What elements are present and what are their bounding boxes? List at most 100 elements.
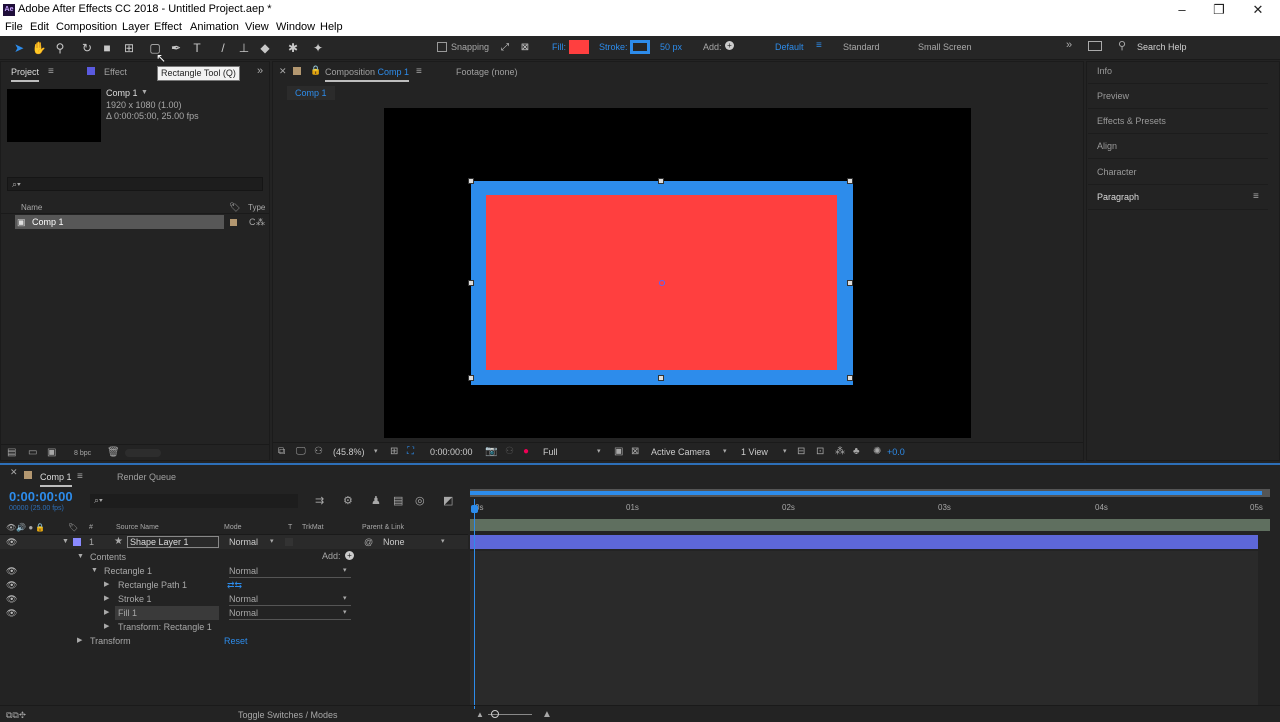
transform-rect-label[interactable]: Transform: Rectangle 1: [118, 620, 212, 634]
reset-exposure-icon[interactable]: ⊡: [816, 445, 824, 459]
chevron-down-icon[interactable]: ▾: [270, 535, 274, 549]
expand-triangle-icon[interactable]: ▼: [62, 535, 69, 549]
workspace-menu-icon[interactable]: ≡: [816, 40, 822, 51]
new-comp-icon[interactable]: ▣: [47, 446, 56, 460]
transform-label[interactable]: Transform: [90, 634, 131, 648]
selection-tool-icon[interactable]: ➤: [10, 39, 28, 57]
expand-triangle-icon[interactable]: ▶: [104, 578, 109, 592]
column-t[interactable]: T: [288, 521, 292, 535]
chevron-down-icon[interactable]: ▾: [343, 592, 347, 606]
close-button[interactable]: ✕: [1248, 2, 1268, 18]
stroke-blend-mode[interactable]: Normal: [229, 592, 351, 606]
fill-color-swatch[interactable]: [569, 40, 589, 54]
panel-menu-icon[interactable]: ≡: [77, 471, 83, 482]
table-row[interactable]: 👁 ▼ 1 ★ Shape Layer 1 Normal ▾ @ None ▾: [0, 535, 468, 549]
panel-info[interactable]: Info: [1088, 59, 1268, 84]
comp-canvas[interactable]: [384, 108, 971, 438]
menu-edit[interactable]: Edit: [30, 21, 49, 33]
menu-file[interactable]: File: [5, 21, 23, 33]
column-source-name[interactable]: Source Name: [116, 521, 159, 535]
work-area-bar[interactable]: [470, 489, 1270, 497]
panel-character[interactable]: Character: [1088, 160, 1268, 185]
add-plus-icon[interactable]: +: [725, 41, 734, 50]
camera-select[interactable]: Active Camera: [651, 445, 710, 459]
fast-previews-icon[interactable]: ▣: [614, 445, 623, 459]
current-time-indicator[interactable]: [474, 499, 475, 709]
layer-label-swatch[interactable]: [73, 538, 81, 546]
expand-triangle-icon[interactable]: ▶: [104, 606, 109, 620]
anchor-point-icon[interactable]: [659, 280, 665, 286]
close-tab-icon[interactable]: ✕: [279, 66, 287, 77]
monitor-icon[interactable]: 🖵: [296, 445, 306, 459]
handle-bottom-left[interactable]: [468, 375, 474, 381]
parent-select[interactable]: None: [383, 535, 405, 549]
work-area-range[interactable]: [470, 491, 1262, 495]
panel-preview[interactable]: Preview: [1088, 84, 1268, 109]
panel-align[interactable]: Align: [1088, 134, 1268, 159]
snapping-checkbox[interactable]: [437, 42, 447, 52]
column-parent-link[interactable]: Parent & Link: [362, 521, 404, 535]
timeline-icon[interactable]: ♣: [853, 445, 860, 459]
hand-tool-icon[interactable]: ✋: [30, 39, 48, 57]
snapshot-icon[interactable]: 📷: [485, 445, 497, 459]
toggle-pixel-icon[interactable]: ⊟: [797, 445, 805, 459]
timeline-search-input[interactable]: ⌕▾: [90, 494, 298, 508]
expand-triangle-icon[interactable]: ▼: [77, 550, 84, 564]
rect-blend-mode[interactable]: Normal: [229, 564, 351, 578]
show-snapshot-icon[interactable]: ⚇: [505, 445, 514, 459]
zoom-tool-icon[interactable]: ⚲: [51, 39, 69, 57]
zoom-slider-knob[interactable]: [491, 710, 499, 718]
zoom-select[interactable]: (45.8%): [333, 445, 365, 459]
stroke-label[interactable]: Stroke 1: [118, 592, 152, 606]
type-tool-icon[interactable]: T: [188, 39, 206, 57]
eraser-tool-icon[interactable]: ◆: [256, 39, 274, 57]
menu-view[interactable]: View: [245, 21, 269, 33]
panel-paragraph[interactable]: Paragraph: [1088, 185, 1268, 210]
graph-editor-icon[interactable]: ◩: [443, 494, 453, 507]
workspace-default[interactable]: Default: [775, 42, 804, 52]
draft-3d-icon[interactable]: ⚙: [343, 494, 353, 507]
tab-render-queue[interactable]: Render Queue: [117, 467, 176, 487]
pen-tool-icon[interactable]: ✒: [167, 39, 185, 57]
puppet-tool-icon[interactable]: ✦: [309, 39, 327, 57]
minimize-button[interactable]: –: [1172, 2, 1192, 18]
eye-icon[interactable]: 👁: [6, 606, 17, 620]
panel-overflow-icon[interactable]: »: [257, 65, 263, 77]
column-trkmat[interactable]: TrkMat: [302, 521, 324, 535]
label-column-icon[interactable]: 🏷: [68, 521, 78, 535]
path-direction-icon[interactable]: ⇄⇆: [227, 578, 242, 592]
mask-visibility-icon[interactable]: ⚇: [314, 445, 323, 459]
fill-blend-mode[interactable]: Normal: [229, 606, 351, 620]
tab-project[interactable]: Project: [11, 62, 40, 82]
close-tab-icon[interactable]: ✕: [10, 467, 18, 478]
shy-layers-icon[interactable]: ♟: [371, 494, 381, 507]
sync-settings-icon[interactable]: [1088, 41, 1102, 51]
layer-duration-bar[interactable]: [470, 535, 1258, 549]
handle-top-right[interactable]: [847, 178, 853, 184]
flowchart-icon[interactable]: ⁂: [835, 445, 845, 459]
search-help-input[interactable]: Search Help: [1137, 42, 1187, 52]
project-search-input[interactable]: ⌕▾: [7, 177, 263, 191]
bit-depth-label[interactable]: 8 bpc: [74, 447, 91, 461]
lock-icon[interactable]: 🔒: [310, 65, 321, 76]
rectangle-group-label[interactable]: Rectangle 1: [104, 564, 152, 578]
snap-edges-icon[interactable]: ⤢: [496, 39, 514, 57]
expand-triangle-icon[interactable]: ▶: [104, 592, 109, 606]
menu-composition[interactable]: Composition: [56, 21, 117, 33]
add-plus-icon[interactable]: +: [345, 551, 354, 560]
rotate-tool-icon[interactable]: ↻: [78, 39, 96, 57]
comp-mini-flowchart-icon[interactable]: ⇉: [315, 494, 324, 507]
new-folder-icon[interactable]: ▭: [28, 446, 37, 460]
chevron-down-icon[interactable]: ▾: [441, 535, 445, 549]
roto-brush-tool-icon[interactable]: ✱: [284, 39, 302, 57]
eye-icon[interactable]: 👁: [6, 578, 17, 592]
column-type[interactable]: Type: [248, 201, 265, 215]
flowchart-icon[interactable]: ⁂: [256, 215, 265, 229]
region-of-interest-icon[interactable]: ⛶: [407, 445, 414, 459]
menu-help[interactable]: Help: [320, 21, 343, 33]
exposure-icon[interactable]: ✺: [873, 445, 881, 459]
reset-link[interactable]: Reset: [224, 634, 248, 648]
expand-triangle-icon[interactable]: ▶: [104, 620, 109, 634]
column-mode[interactable]: Mode: [224, 521, 242, 535]
tab-composition[interactable]: Composition Comp 1: [325, 62, 410, 82]
